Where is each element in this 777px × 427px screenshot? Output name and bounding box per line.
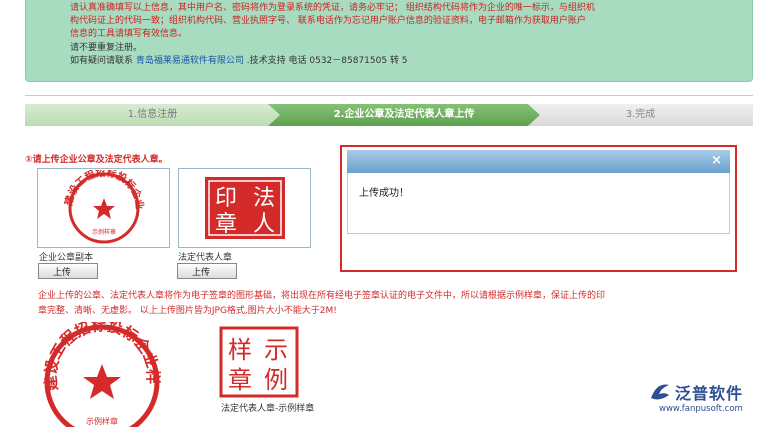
fanpu-logo: 泛普软件 www.fanpusoft.com bbox=[647, 380, 775, 420]
upload-note-line-2: 章完整、清晰、无虚影。 以上上传图片皆为JPG格式,图片大小不能大于2M! bbox=[38, 306, 337, 316]
logo-url: www.fanpusoft.com bbox=[659, 404, 743, 414]
sample-person-char-1: 样 bbox=[228, 336, 252, 364]
person-seal-thumbnail: 印 法 章 人 bbox=[178, 168, 311, 248]
notice-line-1: 请认真准确填写以上信息，其中用户名、密码将作为登录系统的凭证，请务必牢记； 组织… bbox=[70, 3, 595, 13]
sample-person-char-4: 例 bbox=[264, 366, 288, 394]
contact-suffix: .技术支持 电话 0532－85871505 转 5 bbox=[246, 55, 408, 66]
person-seal-char-4: 人 bbox=[252, 212, 274, 237]
company-seal-image: 建设工程招标投标企业样章 示例样章 bbox=[44, 170, 146, 244]
notice-line-4: 请不要重复注册。 bbox=[70, 42, 143, 53]
sample-person-seal-image: 样 示 章 例 bbox=[219, 326, 299, 398]
progress-steps: 1.信息注册 2.企业公章及法定代表人章上传 3.完成 bbox=[25, 104, 753, 126]
upload-company-seal-button[interactable]: 上传 bbox=[38, 263, 98, 279]
notice-contact: 如有疑问请联系 青岛福莱易通软件有限公司 .技术支持 电话 0532－85871… bbox=[70, 55, 740, 68]
company-seal-caption: 企业公章副本 bbox=[39, 253, 94, 263]
star-icon bbox=[83, 364, 121, 399]
person-seal-image: 印 法 章 人 bbox=[204, 177, 285, 239]
company-link[interactable]: 青岛福莱易通软件有限公司 bbox=[136, 56, 244, 66]
close-icon[interactable]: × bbox=[711, 153, 722, 168]
step-complete: 3.完成 bbox=[528, 104, 753, 126]
company-seal-thumbnail: 建设工程招标投标企业样章 示例样章 bbox=[37, 168, 170, 248]
sample-person-char-2: 示 bbox=[264, 336, 288, 364]
dialog-header: × bbox=[347, 150, 730, 173]
upload-title: ①请上传企业公章及法定代表人章。 bbox=[25, 155, 168, 165]
dialog-message: 上传成功！ bbox=[359, 188, 409, 199]
sample-seal-footer: 示例样章 bbox=[86, 416, 118, 426]
upload-success-dialog: × 上传成功！ bbox=[340, 145, 737, 272]
fanpu-logo-icon bbox=[651, 384, 669, 400]
person-seal-char-2: 法 bbox=[252, 186, 274, 211]
notice-line-3: 信息的工具请填写有效信息。 bbox=[70, 29, 188, 40]
contact-prefix: 如有疑问请联系 bbox=[70, 55, 134, 66]
star-icon bbox=[92, 198, 115, 219]
sample-company-seal-image: 建设工程招标投标企业样章 示例样章 bbox=[29, 308, 162, 427]
sample-person-char-3: 章 bbox=[228, 366, 252, 394]
sample-company-seal: 建设工程招标投标企业样章 示例样章 bbox=[29, 308, 167, 427]
dialog-body: 上传成功！ bbox=[347, 173, 730, 234]
company-seal-arc-text: 建设工程招标投标企业样章 bbox=[44, 170, 146, 210]
upload-person-seal-button[interactable]: 上传 bbox=[177, 263, 237, 279]
step-info-register: 1.信息注册 bbox=[25, 104, 280, 126]
divider bbox=[25, 95, 753, 96]
person-seal-char-1: 印 bbox=[214, 186, 236, 211]
person-seal-char-3: 章 bbox=[214, 212, 236, 237]
registration-notice: 请认真准确填写以上信息，其中用户名、密码将作为登录系统的凭证，请务必牢记； 组织… bbox=[25, 0, 753, 82]
person-seal-caption: 法定代表人章 bbox=[178, 253, 233, 263]
sample-person-seal: 样 示 章 例 bbox=[218, 325, 300, 402]
sample-person-caption: 法定代表人章-示例样章 bbox=[221, 404, 315, 414]
upload-note: 企业上传的公章、法定代表人章将作为电子签章的图形基础，将出现在所有经电子签章认证… bbox=[38, 289, 773, 319]
step-seal-upload: 2.企业公章及法定代表人章上传 bbox=[268, 104, 540, 126]
company-seal-footer: 示例样章 bbox=[91, 228, 115, 236]
notice-line-2: 构代码证上的代码一致；组织机构代码、营业执照字号、 联系电话作为忘记用户账户信息… bbox=[70, 16, 586, 27]
logo-name: 泛普软件 bbox=[675, 384, 744, 403]
upload-note-line-1: 企业上传的公章、法定代表人章将作为电子签章的图形基础，将出现在所有经电子签章认证… bbox=[38, 291, 606, 301]
